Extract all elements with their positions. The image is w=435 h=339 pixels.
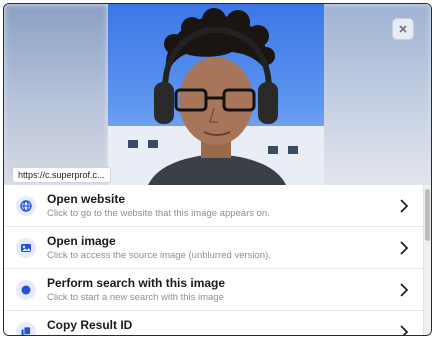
menu-item-title: Open website: [47, 192, 126, 206]
chevron-right-icon: [400, 241, 409, 255]
copy-icon: [16, 322, 36, 335]
search-dot-icon: [16, 280, 36, 300]
close-icon: [399, 25, 407, 33]
image-preview: https://c.superprof.c...: [4, 4, 431, 185]
menu-scrollbar[interactable]: [423, 185, 431, 335]
open-image-item[interactable]: Open image Click to access the source im…: [4, 227, 424, 269]
person-illustration: [148, 8, 286, 185]
blurred-background-left: [4, 4, 108, 185]
chevron-right-icon: [400, 325, 409, 335]
menu-item-title: Open image: [47, 234, 116, 248]
globe-icon: [16, 196, 36, 216]
result-popup: https://c.superprof.c... Open website Cl…: [3, 3, 432, 336]
menu-item-subtitle: Click to access the source image (unblur…: [47, 250, 271, 261]
source-url-label: https://c.superprof.c...: [12, 167, 111, 183]
copy-result-id-item[interactable]: Copy Result ID: [4, 311, 424, 335]
menu-item-title: Copy Result ID: [47, 318, 133, 332]
image-icon: [16, 238, 36, 258]
result-actions-menu: Open website Click to go to the website …: [4, 185, 424, 335]
chevron-right-icon: [400, 283, 409, 297]
open-website-item[interactable]: Open website Click to go to the website …: [4, 185, 424, 227]
scrollbar-thumb[interactable]: [425, 189, 430, 241]
blurred-background-right: [321, 4, 431, 185]
menu-item-title: Perform search with this image: [47, 276, 226, 290]
menu-item-subtitle: Click to go to the website that this ima…: [47, 208, 270, 219]
perform-search-item[interactable]: Perform search with this image Click to …: [4, 269, 424, 311]
chevron-right-icon: [400, 199, 409, 213]
result-photo[interactable]: [108, 4, 324, 185]
menu-item-subtitle: Click to start a new search with this im…: [47, 292, 224, 303]
close-button[interactable]: [392, 18, 414, 40]
